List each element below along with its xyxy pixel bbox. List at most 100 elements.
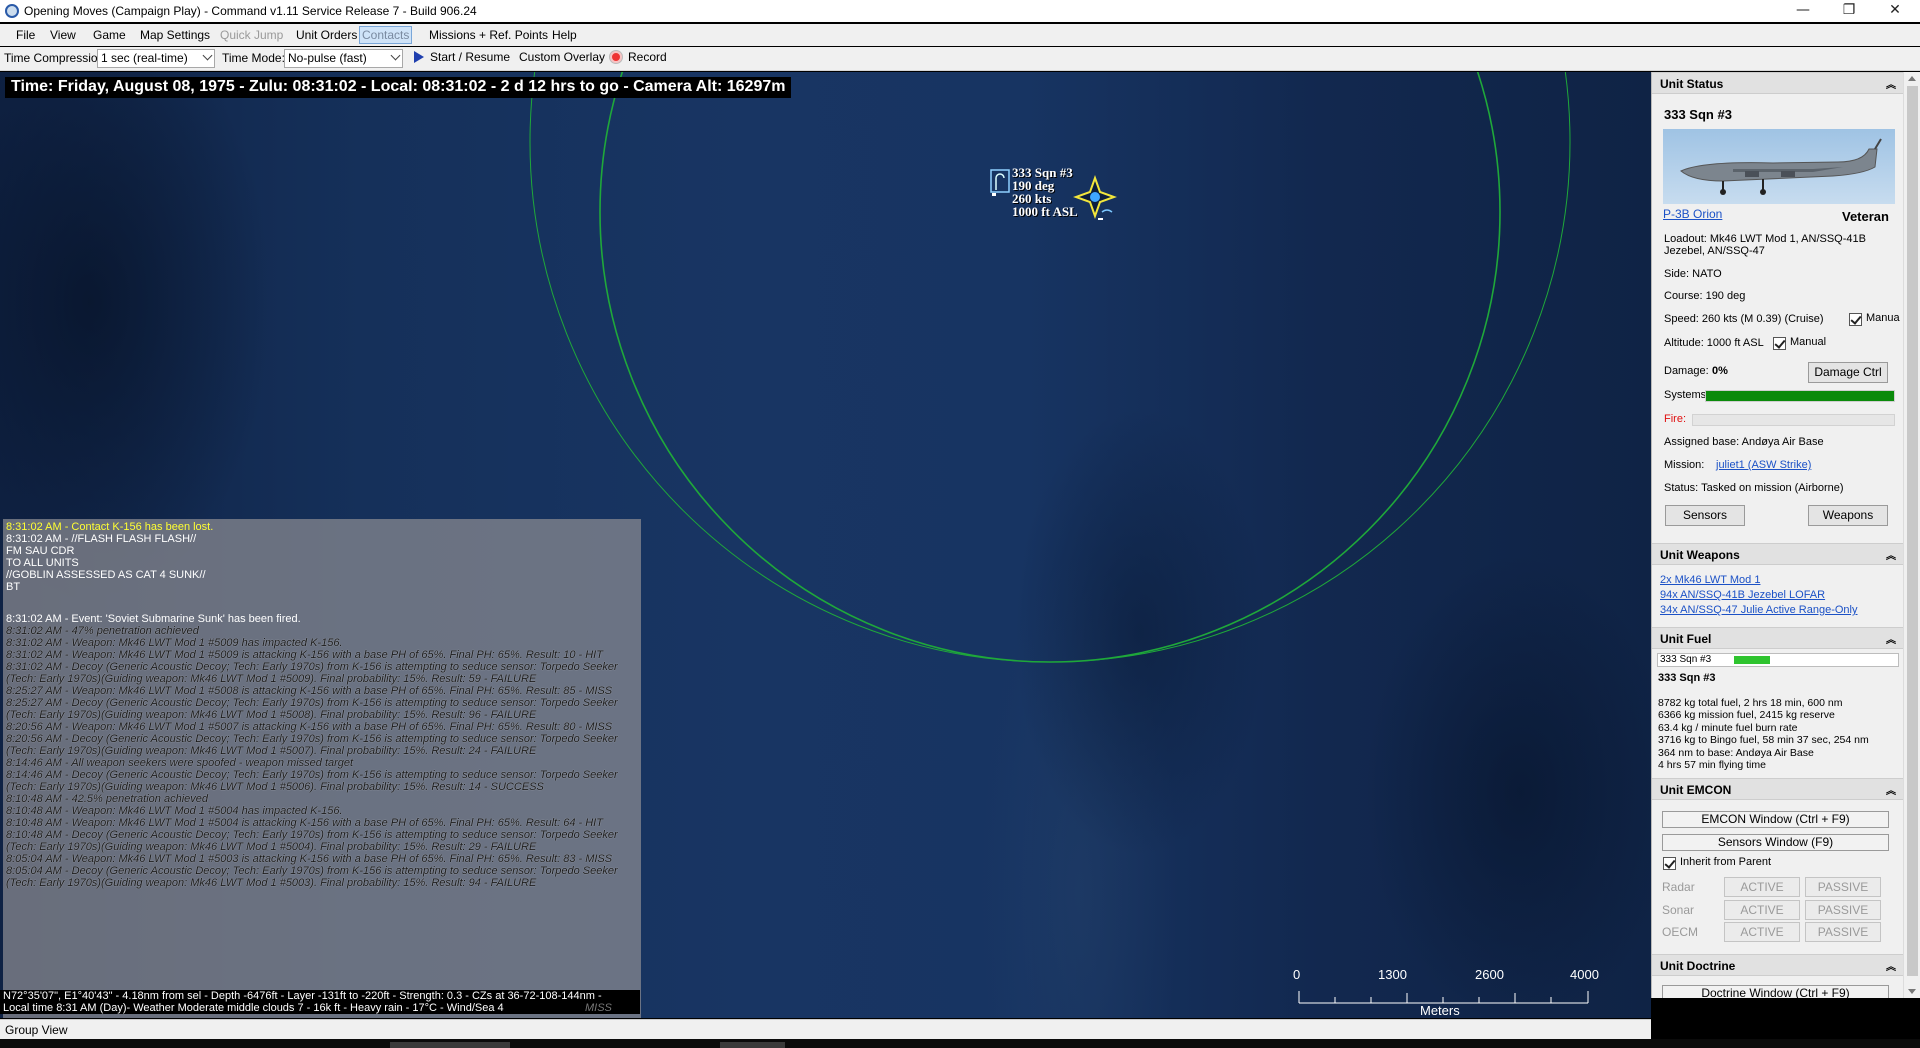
scale-bar: 0 1300 2600 4000 Meters (1290, 967, 1610, 1018)
damage-ctrl-button[interactable]: Damage Ctrl (1808, 362, 1888, 383)
log-message: (Tech: Early 1970s)(Guiding weapon: Mk46… (6, 877, 537, 889)
altitude-manual-checkbox[interactable] (1773, 337, 1786, 350)
scroll-down-icon[interactable] (1908, 989, 1916, 994)
weapon-link[interactable]: 2x Mk46 LWT Mod 1 (1660, 574, 1760, 586)
side-label: Side: NATO (1664, 268, 1722, 280)
log-message: //GOBLIN ASSESSED AS CAT 4 SUNK// (6, 569, 206, 581)
weapon-link[interactable]: 94x AN/SSQ-41B Jezebel LOFAR (1660, 589, 1825, 601)
weapon-link[interactable]: 34x AN/SSQ-47 Julie Active Range-Only (1660, 604, 1857, 616)
oecm-active-button[interactable]: ACTIVE (1724, 922, 1800, 942)
group-view-bar[interactable]: Group View (0, 1019, 1651, 1039)
inherit-parent-checkbox[interactable] (1663, 857, 1676, 870)
unit-doctrine-title: Unit Doctrine (1660, 959, 1736, 973)
record-icon (610, 51, 622, 63)
scroll-up-icon[interactable] (1908, 76, 1916, 81)
scale-tick-label: 0 (1293, 967, 1301, 982)
log-message: 8:31:02 AM - Weapon: Mk46 LWT Mod 1 #500… (6, 637, 343, 649)
fuel-line: 63.4 kg / minute fuel burn rate (1658, 722, 1798, 734)
log-spacer (6, 593, 638, 603)
scroll-thumb[interactable] (1907, 86, 1918, 976)
menu-game[interactable]: Game (90, 26, 129, 44)
unit-status-header[interactable]: Unit Status ︽ (1652, 72, 1904, 94)
taskbar-item[interactable] (720, 1042, 785, 1048)
menu-quick-jump[interactable]: Quick Jump (217, 26, 286, 44)
collapse-icon[interactable]: ︽ (1886, 958, 1896, 973)
chevron-down-icon (390, 50, 401, 61)
log-trailing-fragment: MISS (585, 1002, 612, 1014)
unit-weapons-header[interactable]: Unit Weapons ︽ (1652, 543, 1904, 565)
fire-bar (1692, 414, 1895, 426)
scale-tick-label: 2600 (1475, 967, 1504, 982)
log-message: 8:10:48 AM - 42.5% penetration achieved (6, 793, 209, 805)
collapse-icon[interactable]: ︽ (1886, 76, 1896, 91)
collapse-icon[interactable]: ︽ (1886, 547, 1896, 562)
collapse-icon[interactable]: ︽ (1886, 631, 1896, 646)
speed-manual-checkbox[interactable] (1849, 313, 1862, 326)
start-resume-label: Start / Resume (430, 50, 511, 64)
panel-scrollbar[interactable] (1903, 72, 1920, 998)
damage-label: Damage: (1664, 365, 1709, 377)
log-message: 8:05:04 AM - Decoy (Generic Acoustic Dec… (6, 865, 618, 877)
menu-missions[interactable]: Missions + Ref. Points (426, 26, 551, 44)
fuel-unit-name: 333 Sqn #3 (1658, 672, 1716, 684)
log-message: 8:10:48 AM - Weapon: Mk46 LWT Mod 1 #500… (6, 805, 343, 817)
mission-link[interactable]: juliet1 (ASW Strike) (1716, 459, 1811, 471)
emcon-window-button[interactable]: EMCON Window (Ctrl + F9) (1662, 811, 1889, 828)
log-message: (Tech: Early 1970s)(Guiding weapon: Mk46… (6, 841, 537, 853)
minimize-button[interactable]: — (1780, 0, 1826, 22)
unit-label-altitude: 1000 ft ASL (1012, 204, 1078, 219)
oecm-passive-button[interactable]: PASSIVE (1805, 922, 1881, 942)
unit-weapons-title: Unit Weapons (1660, 548, 1740, 562)
log-message: 8:20:56 AM - Weapon: Mk46 LWT Mod 1 #500… (6, 721, 613, 733)
unit-emcon-header[interactable]: Unit EMCON ︽ (1652, 778, 1904, 800)
log-message: (Tech: Early 1970s)(Guiding weapon: Mk46… (6, 781, 544, 793)
fuel-line: 8782 kg total fuel, 2 hrs 18 min, 600 nm (1658, 697, 1843, 709)
loadout-line1: Loadout: Mk46 LWT Mod 1, AN/SSQ-41B (1664, 233, 1866, 245)
custom-overlay-button[interactable]: Custom Overlay (519, 49, 605, 68)
log-message: 8:31:02 AM - 47% penetration achieved (6, 625, 199, 637)
emcon-row-label: Sonar (1662, 903, 1695, 917)
mission-label: Mission: (1664, 459, 1705, 471)
unit-fuel-header[interactable]: Unit Fuel ︽ (1652, 627, 1904, 649)
sensors-window-button[interactable]: Sensors Window (F9) (1662, 834, 1889, 851)
weapons-button[interactable]: Weapons (1808, 505, 1888, 526)
menu-contacts[interactable]: Contacts (359, 26, 413, 44)
emcon-row-radar: Radar ACTIVE PASSIVE (1662, 877, 1898, 897)
doctrine-window-button[interactable]: Doctrine Window (Ctrl + F9) (1662, 985, 1889, 998)
close-button[interactable]: ✕ (1872, 0, 1918, 22)
log-message: (Tech: Early 1970s)(Guiding weapon: Mk46… (6, 745, 537, 757)
time-mode-label: Time Mode: (222, 51, 285, 65)
sonar-passive-button[interactable]: PASSIVE (1805, 900, 1881, 920)
message-log[interactable]: 8:31:02 AM - Contact K-156 has been lost… (3, 519, 641, 1018)
cursor-info-bar: N72°35'07", E1°40'43" - 4.18nm from sel … (0, 990, 640, 1014)
log-message: 8:25:27 AM - Decoy (Generic Acoustic Dec… (6, 697, 618, 709)
radar-passive-button[interactable]: PASSIVE (1805, 877, 1881, 897)
unit-doctrine-header[interactable]: Unit Doctrine ︽ (1652, 954, 1904, 976)
taskbar-item[interactable] (390, 1042, 510, 1048)
aircraft-type-link[interactable]: P-3B Orion (1663, 207, 1722, 221)
log-message: TO ALL UNITS (6, 557, 79, 569)
tactical-map[interactable]: Time: Friday, August 08, 1975 - Zulu: 08… (0, 72, 1651, 1018)
log-message: 8:14:46 AM - Decoy (Generic Acoustic Dec… (6, 769, 618, 781)
menu-unit-orders[interactable]: Unit Orders (293, 26, 360, 44)
time-status-bar: Time: Friday, August 08, 1975 - Zulu: 08… (5, 77, 792, 98)
time-mode-select[interactable]: No-pulse (fast) (284, 49, 403, 68)
sonar-active-button[interactable]: ACTIVE (1724, 900, 1800, 920)
emcon-row-label: OECM (1662, 925, 1698, 939)
systems-bar (1705, 390, 1895, 402)
time-compression-select[interactable]: 1 sec (real-time) (97, 49, 215, 68)
speed-label: Speed: 260 kts (M 0.39) (Cruise) (1664, 313, 1824, 325)
fuel-bar-row: 333 Sqn #3 (1657, 653, 1899, 667)
group-view-label: Group View (5, 1023, 68, 1037)
record-button[interactable]: Record (610, 49, 667, 68)
menu-map-settings[interactable]: Map Settings (137, 26, 213, 44)
radar-active-button[interactable]: ACTIVE (1724, 877, 1800, 897)
maximize-button[interactable]: ❐ (1826, 0, 1872, 22)
start-resume-button[interactable]: Start / Resume (414, 49, 510, 68)
menu-view[interactable]: View (47, 26, 79, 44)
app-icon (5, 4, 19, 18)
menu-file[interactable]: File (13, 26, 38, 44)
menu-help[interactable]: Help (549, 26, 580, 44)
sensors-button[interactable]: Sensors (1665, 505, 1745, 526)
collapse-icon[interactable]: ︽ (1886, 782, 1896, 797)
